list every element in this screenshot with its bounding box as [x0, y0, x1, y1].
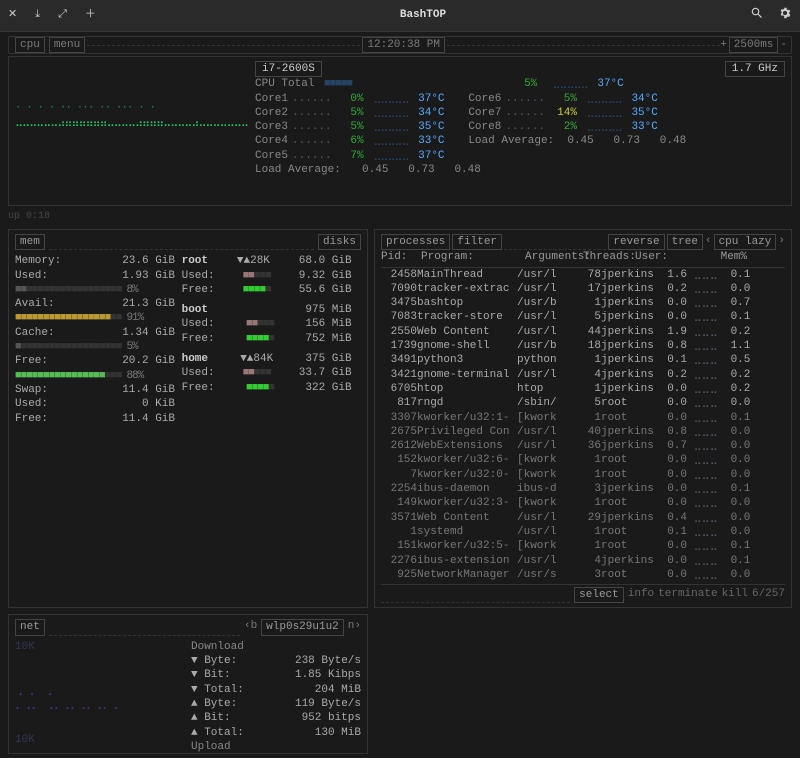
table-row[interactable]: 2254 ibus-daemonibus-d3 jperkins0.0 ⣀⣀⣀ …: [381, 482, 785, 496]
new-tab-icon[interactable]: ＋: [85, 8, 96, 22]
table-row[interactable]: 817 rngd/sbin/5 root0.0 ⣀⣀⣀ 0.0: [381, 396, 785, 410]
status-bar: cpu menu 12:20:38 PM + 2500ms -: [8, 36, 792, 54]
table-row[interactable]: 1739 gnome-shell/usr/b18 jperkins0.8 ⣀⣀⣀…: [381, 339, 785, 353]
net-graph: 10K ⢀ ⡀ ⢀ ⡀⢀⡀ ⢀⡀⢀⡀⢀⡀⢀⡀⢀ 10K: [15, 640, 185, 747]
net-tag[interactable]: net: [15, 619, 45, 635]
table-row[interactable]: 149 kworker/u32:3-[kwork1 root0.0 ⣀⣀⣀ 0.…: [381, 496, 785, 510]
titlebar: ✕ ⤓ ⤢ ＋ BashTOP: [0, 0, 800, 32]
cpu-graph: · · · · ·· ··· ·· ··· · · ⣀⣀⣀⣀⣀⣀⣠⣤⣤⣤⣤⣤⣤⣀…: [15, 61, 255, 199]
minimize-icon[interactable]: ⤓: [35, 8, 40, 22]
cpu-total-label: CPU Total: [255, 77, 314, 91]
table-row[interactable]: 3571 Web Content/usr/l29 jperkins0.4 ⣀⣀⣀…: [381, 511, 785, 525]
table-row[interactable]: 2458 MainThread/usr/l78 jperkins1.6 ⣀⣀⣀ …: [381, 268, 785, 282]
close-icon[interactable]: ✕: [8, 8, 17, 22]
proc-footer: select info terminate kill 6/257: [381, 584, 785, 603]
cpu-panel: · · · · ·· ··· ·· ··· · · ⣀⣀⣀⣀⣀⣀⣠⣤⣤⣤⣤⣤⣤⣀…: [8, 56, 792, 206]
proc-header: Pid: Program: Arguments: Threads: User: …: [381, 250, 785, 267]
net-iface[interactable]: wlp0s29u1u2: [261, 619, 344, 635]
cpu-freq: 1.7 GHz: [725, 61, 785, 77]
clock: 12:20:38 PM: [362, 37, 445, 53]
mem-panel: mem disks Memory:23.6 GiB Used:1.93 GiB …: [8, 229, 368, 608]
proc-position: 6/257: [752, 587, 785, 603]
table-row[interactable]: 3491 python3python1 jperkins0.1 ⣀⣀⣀ 0.5: [381, 353, 785, 367]
cpu-tag[interactable]: cpu: [15, 37, 45, 53]
download-hdr: Download: [191, 640, 244, 654]
tree-tag[interactable]: tree: [667, 234, 703, 250]
net-panel: net ‹b wlp0s29u1u2 n› 10K ⢀ ⡀ ⢀ ⡀⢀⡀ ⢀⡀⢀⡀…: [8, 614, 368, 754]
cpu-total-temp: 37°C: [597, 77, 623, 91]
mem-tag[interactable]: mem: [15, 234, 45, 250]
menu-tag[interactable]: menu: [49, 37, 85, 53]
cpu-name: i7-2600S: [255, 61, 322, 77]
table-row[interactable]: 152 kworker/u32:6-[kwork1 root0.0 ⣀⣀⣀ 0.…: [381, 453, 785, 467]
refresh-minus[interactable]: -: [780, 38, 787, 52]
table-row[interactable]: 7 kworker/u32:0-[kwork1 root0.0 ⣀⣀⣀ 0.0: [381, 468, 785, 482]
memory-label: Memory:: [15, 254, 61, 268]
proc-tag[interactable]: processes: [381, 234, 450, 250]
table-row[interactable]: 3307 kworker/u32:1-[kwork1 root0.0 ⣀⣀⣀ 0…: [381, 411, 785, 425]
load-label: Load Average:: [255, 163, 341, 177]
search-icon[interactable]: [750, 6, 764, 25]
processes-panel: processes filter reverse tree ‹ cpu lazy…: [374, 229, 792, 608]
maximize-icon[interactable]: ⤢: [58, 8, 67, 22]
table-row[interactable]: 2276 ibus-extension/usr/l4 jperkins0.0 ⣀…: [381, 554, 785, 568]
reverse-tag[interactable]: reverse: [608, 234, 664, 250]
table-row[interactable]: 6705 htophtop1 jperkins0.0 ⣀⣀⣀ 0.2: [381, 382, 785, 396]
refresh-plus[interactable]: +: [720, 38, 727, 52]
memory-val: 23.6 GiB: [122, 254, 175, 268]
table-row[interactable]: 925 NetworkManager/usr/s3 root0.0 ⣀⣀⣀ 0.…: [381, 568, 785, 582]
table-row[interactable]: 2612 WebExtensions/usr/l36 jperkins0.7 ⣀…: [381, 439, 785, 453]
select-btn[interactable]: select: [574, 587, 624, 603]
table-row[interactable]: 7083 tracker-store/usr/l5 jperkins0.0 ⣀⣀…: [381, 310, 785, 324]
table-row[interactable]: 3421 gnome-terminal/usr/l4 jperkins0.2 ⣀…: [381, 368, 785, 382]
refresh-rate: 2500ms: [729, 37, 779, 53]
gear-icon[interactable]: [778, 6, 792, 25]
table-row[interactable]: 7090 tracker-extrac/usr/l17 jperkins0.2 …: [381, 282, 785, 296]
table-row[interactable]: 3475 bashtop/usr/b1 jperkins0.0 ⣀⣀⣀ 0.7: [381, 296, 785, 310]
table-row[interactable]: 151 kworker/u32:5-[kwork1 root0.0 ⣀⣀⣀ 0.…: [381, 539, 785, 553]
filter-tag[interactable]: filter: [452, 234, 502, 250]
uptime: up 0:18: [8, 210, 792, 223]
table-row[interactable]: 2675 Privileged Con/usr/l40 jperkins0.8 …: [381, 425, 785, 439]
window-title: BashTOP: [96, 8, 750, 22]
load-avg: 0.45 0.73 0.48: [362, 163, 481, 177]
cpu-total-bar: ■■■■■: [318, 77, 520, 91]
cpu-total-pct: 5%: [524, 77, 537, 91]
disks-tag[interactable]: disks: [318, 234, 361, 250]
upload-hdr: Upload: [191, 740, 231, 754]
table-row[interactable]: 1 systemd/usr/l1 root0.1 ⣀⣀⣀ 0.0: [381, 525, 785, 539]
sort-tag[interactable]: cpu lazy: [714, 234, 777, 250]
table-row[interactable]: 2550 Web Content/usr/l44 jperkins1.9 ⣀⣀⣀…: [381, 325, 785, 339]
